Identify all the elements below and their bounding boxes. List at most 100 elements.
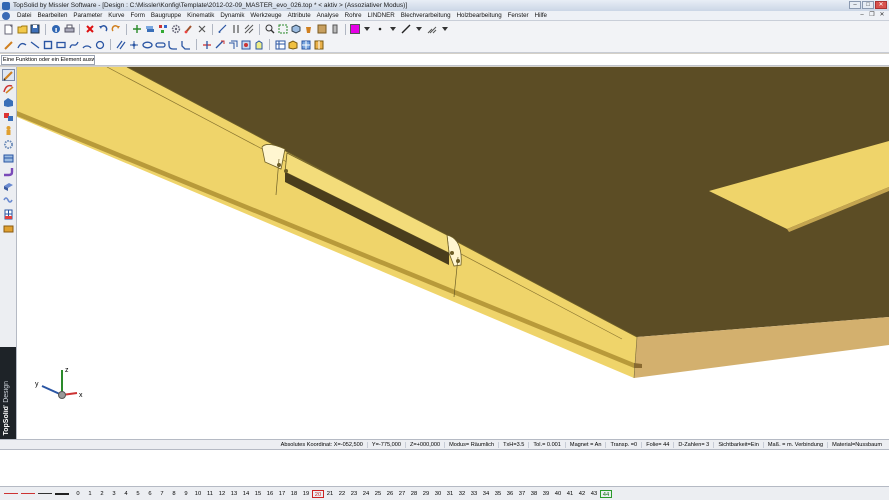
print-icon[interactable] <box>63 23 75 35</box>
document-menu-icon[interactable] <box>2 11 10 20</box>
layer-button[interactable]: 44 <box>600 489 612 498</box>
layer-button[interactable]: 43 <box>588 490 600 498</box>
layer-button[interactable]: 2 <box>96 490 108 498</box>
line-icon[interactable] <box>29 39 41 51</box>
doc-minimize-button[interactable]: – <box>858 12 866 19</box>
brush-icon[interactable] <box>183 23 195 35</box>
status-tolerance[interactable]: Tol.= 0.001 <box>528 441 565 448</box>
pipe-icon[interactable] <box>2 167 15 179</box>
delete-icon[interactable] <box>84 23 96 35</box>
status-text-height[interactable]: TxH=3.5 <box>498 441 528 448</box>
hole-icon[interactable] <box>240 39 252 51</box>
square-icon[interactable] <box>42 39 54 51</box>
open-file-icon[interactable] <box>16 23 28 35</box>
window-icon[interactable] <box>2 209 15 221</box>
layer-button[interactable]: 3 <box>108 490 120 498</box>
gear-icon[interactable] <box>170 23 182 35</box>
person-icon[interactable] <box>2 125 15 137</box>
line-style-solid-red[interactable] <box>4 491 18 497</box>
menu-analyse[interactable]: Analyse <box>314 12 342 19</box>
menu-kurve[interactable]: Kurve <box>105 12 127 19</box>
layer-button[interactable]: 9 <box>180 490 192 498</box>
menu-attribute[interactable]: Attribute <box>285 12 314 19</box>
menu-hilfe[interactable]: Hilfe <box>532 12 550 19</box>
layer-button[interactable]: 29 <box>420 490 432 498</box>
explode-icon[interactable] <box>157 23 169 35</box>
layer-button[interactable]: 31 <box>444 490 456 498</box>
chevron-down-icon[interactable] <box>413 23 425 35</box>
slot-icon[interactable] <box>154 39 166 51</box>
cut-icon[interactable] <box>196 23 208 35</box>
line-style-thin-black[interactable] <box>38 491 52 497</box>
paint-icon[interactable] <box>303 23 315 35</box>
layer-button[interactable]: 26 <box>384 490 396 498</box>
cube-icon[interactable] <box>287 39 299 51</box>
menu-rohre[interactable]: Rohre <box>342 12 365 19</box>
sheet-icon[interactable] <box>2 153 15 165</box>
status-transparency[interactable]: Transp. =0 <box>605 441 641 448</box>
layer-button[interactable]: 34 <box>480 490 492 498</box>
curve-tool-icon[interactable] <box>2 83 15 95</box>
status-layer[interactable]: Folie= 44 <box>641 441 673 448</box>
layer-button[interactable]: 23 <box>348 490 360 498</box>
view-icon[interactable] <box>290 23 302 35</box>
layer-button[interactable]: 39 <box>540 490 552 498</box>
layer-button[interactable]: 12 <box>216 490 228 498</box>
arc-icon[interactable] <box>81 39 93 51</box>
menu-form[interactable]: Form <box>127 12 147 19</box>
spline-icon[interactable] <box>68 39 80 51</box>
chevron-down-icon[interactable] <box>439 23 451 35</box>
layer-button[interactable]: 25 <box>372 490 384 498</box>
curve-icon[interactable] <box>16 39 28 51</box>
ellipse-icon[interactable] <box>141 39 153 51</box>
material-icon[interactable] <box>316 23 328 35</box>
status-material[interactable]: Material=Nussbaum <box>827 441 886 448</box>
layer-button[interactable]: 6 <box>144 490 156 498</box>
spring-icon[interactable] <box>2 195 15 207</box>
line-style-thin-red[interactable] <box>21 491 35 497</box>
color-swatch[interactable] <box>350 24 360 34</box>
menu-holzbearbeitung[interactable]: Holzbearbeitung <box>454 12 505 19</box>
info-icon[interactable] <box>50 23 62 35</box>
layer-button[interactable]: 36 <box>504 490 516 498</box>
layer-button[interactable]: 40 <box>552 490 564 498</box>
layer-button[interactable]: 30 <box>432 490 444 498</box>
layer-button[interactable]: 0 <box>72 490 84 498</box>
line-style-thick-black[interactable] <box>55 491 69 497</box>
menu-fenster[interactable]: Fenster <box>505 12 532 19</box>
layer-button[interactable]: 33 <box>468 490 480 498</box>
layer-button[interactable]: 37 <box>516 490 528 498</box>
line-type-icon[interactable] <box>400 23 412 35</box>
move-icon[interactable] <box>131 23 143 35</box>
block-icon[interactable] <box>2 223 15 235</box>
chevron-down-icon[interactable] <box>361 23 373 35</box>
undo-icon[interactable] <box>97 23 109 35</box>
3d-viewport[interactable]: z y x <box>17 67 889 439</box>
new-file-icon[interactable] <box>3 23 15 35</box>
layer-button[interactable]: 17 <box>276 490 288 498</box>
status-visibility[interactable]: Sichtbarkeit=Ein <box>713 441 763 448</box>
doc-close-button[interactable]: ✕ <box>878 12 886 19</box>
layer-button[interactable]: 20 <box>312 489 324 498</box>
status-magnet[interactable]: Magnet = An <box>564 441 606 448</box>
offset-icon[interactable] <box>227 39 239 51</box>
layer-button[interactable]: 42 <box>576 490 588 498</box>
layer-button[interactable]: 21 <box>324 490 336 498</box>
light-icon[interactable] <box>329 23 341 35</box>
shape-icon[interactable] <box>2 97 15 109</box>
layer-button[interactable]: 1 <box>84 490 96 498</box>
layer-button[interactable]: 14 <box>240 490 252 498</box>
layer-button[interactable]: 15 <box>252 490 264 498</box>
menu-werkzeuge[interactable]: Werkzeuge <box>247 12 284 19</box>
layer-button[interactable]: 38 <box>528 490 540 498</box>
layer-button[interactable]: 4 <box>120 490 132 498</box>
layer-button[interactable]: 27 <box>396 490 408 498</box>
layer-button[interactable]: 41 <box>564 490 576 498</box>
clip-icon[interactable] <box>230 23 242 35</box>
layer-button[interactable]: 10 <box>192 490 204 498</box>
layer-button[interactable]: 22 <box>336 490 348 498</box>
doc-restore-button[interactable]: ❐ <box>868 12 876 19</box>
circle-icon[interactable] <box>94 39 106 51</box>
chamfer-icon[interactable] <box>180 39 192 51</box>
edit-icon[interactable] <box>3 39 15 51</box>
